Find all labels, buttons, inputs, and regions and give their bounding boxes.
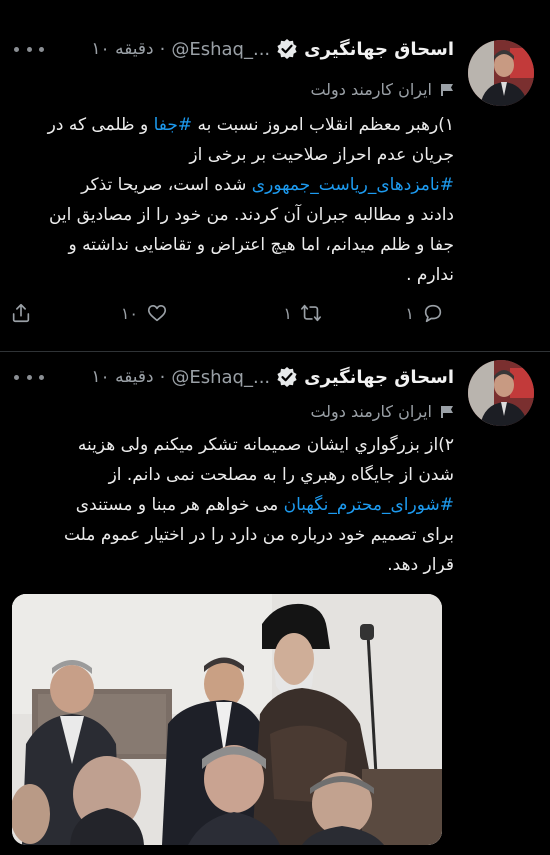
verified-badge-icon [276, 38, 298, 60]
avatar[interactable] [468, 360, 534, 426]
reply-button[interactable]: ۱ [405, 302, 444, 324]
account-label-text: ایران کارمند دولت [310, 401, 432, 421]
hashtag-link[interactable]: #شورای_محترم_نگهبان [284, 495, 454, 515]
flag-label-icon [440, 404, 454, 418]
tweet-photo[interactable] [12, 594, 442, 845]
separator-dot: · [159, 366, 166, 388]
retweet-count: ۱ [283, 303, 292, 323]
avatar[interactable] [468, 40, 534, 106]
reply-count: ۱ [405, 303, 414, 323]
tweet-text-line: جریان عدم احراز صلاحیت بر برخی از [189, 145, 454, 165]
verified-badge-icon [276, 366, 298, 388]
tweet-text-line: #نامزدهای_ریاست_جمهوری شده است، صریحا تذ… [81, 175, 454, 195]
tweet-text-line: دادند و مطالبه جبران آن کردند. من خود را… [48, 205, 454, 225]
tweet-time[interactable]: ۱۰ دقیقه [91, 39, 153, 59]
tweet-actions: ۱ ۱ ۱۰ [0, 298, 550, 328]
avatar-portrait-icon [468, 360, 534, 426]
tweet-text-line: ندارم . [406, 265, 454, 285]
tweet-header: اسحاق جهانگیری @Eshaq_... · ۱۰ دقیقه [91, 364, 454, 390]
share-button[interactable] [10, 302, 32, 324]
tweet-time[interactable]: ۱۰ دقیقه [91, 367, 153, 387]
tweet-text-line: قرار دهد. [387, 555, 454, 575]
tweet-text-line: ۲)از بزرگواري ایشان صمیمانه تشکر میکنم و… [77, 435, 454, 455]
account-label: ایران کارمند دولت [310, 78, 454, 100]
share-icon [12, 303, 30, 323]
tweet-text-line: ۱)رهبر معظم انقلاب امروز نسبت به #جفا و … [47, 115, 454, 135]
tweet-text: ۲)از بزرگواري ایشان صمیمانه تشکر میکنم و… [20, 430, 454, 580]
account-label-text: ایران کارمند دولت [310, 79, 432, 99]
tweet-text-line: برای تصمیم خود درباره من دارد را در اختی… [63, 525, 454, 545]
heart-icon [147, 305, 167, 322]
tweet[interactable]: اسحاق جهانگیری @Eshaq_... · ۱۰ دقیقه ایر… [0, 0, 550, 352]
tweet-text-line: شدن از جایگاه رهبري را به مصلحت نمی دانم… [108, 465, 454, 485]
author-name[interactable]: اسحاق جهانگیری [304, 39, 454, 60]
tweet[interactable]: اسحاق جهانگیری @Eshaq_... · ۱۰ دقیقه ایر… [0, 352, 550, 855]
like-count: ۱۰ [120, 303, 138, 323]
more-dots-icon[interactable] [14, 370, 44, 384]
retweet-button[interactable]: ۱ [283, 302, 322, 324]
tweet-text: ۱)رهبر معظم انقلاب امروز نسبت به #جفا و … [20, 110, 454, 290]
author-handle[interactable]: @Eshaq_... [171, 367, 270, 388]
hashtag-link[interactable]: #جفا [154, 115, 193, 135]
flag-label-icon [440, 82, 454, 96]
tweet-text-line: جفا و ظلم میدانم، اما هیچ اعتراض و تقاضا… [68, 235, 454, 255]
author-name[interactable]: اسحاق جهانگیری [304, 367, 454, 388]
avatar-portrait-icon [468, 40, 534, 106]
meeting-photo-image [12, 594, 442, 845]
retweet-icon [301, 304, 321, 322]
tweet-header: اسحاق جهانگیری @Eshaq_... · ۱۰ دقیقه [91, 36, 454, 62]
tweet-text-line: #شورای_محترم_نگهبان می خواهم هر مبنا و م… [75, 495, 454, 515]
reply-icon [424, 304, 442, 323]
author-handle[interactable]: @Eshaq_... [171, 39, 270, 60]
more-dots-icon[interactable] [14, 42, 44, 56]
separator-dot: · [159, 38, 166, 60]
like-button[interactable]: ۱۰ [121, 302, 168, 324]
account-label: ایران کارمند دولت [310, 400, 454, 422]
hashtag-link[interactable]: #نامزدهای_ریاست_جمهوری [252, 175, 454, 195]
